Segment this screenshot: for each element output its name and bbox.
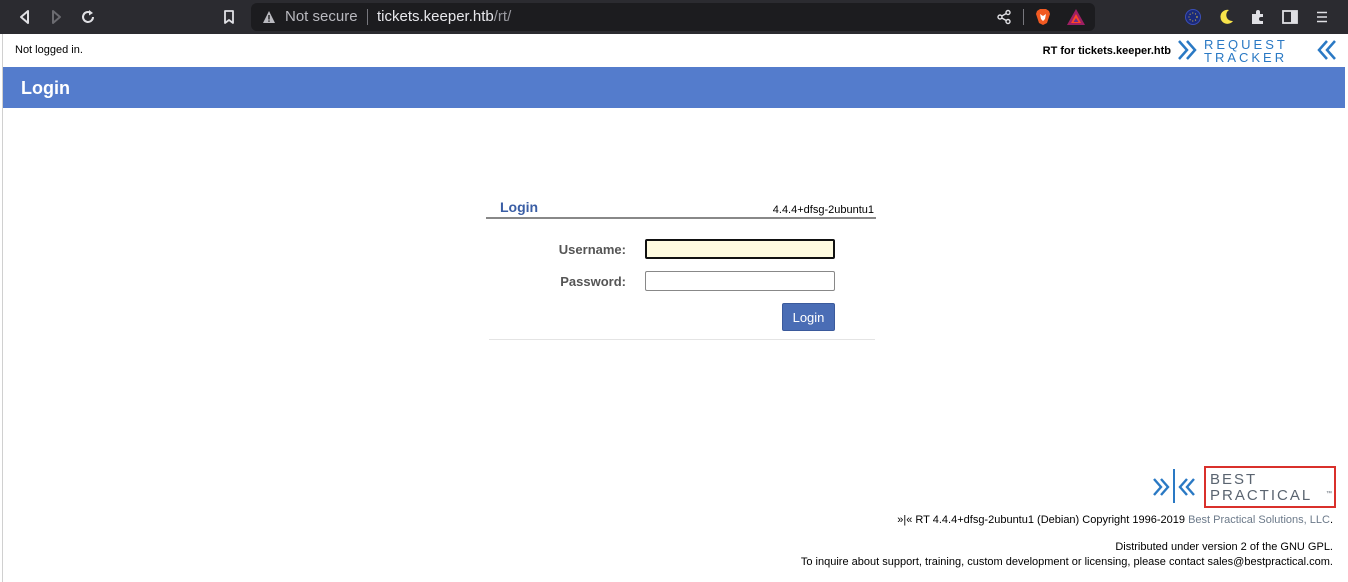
extensions-icon[interactable] [1249,8,1267,26]
login-status: Not logged in. [15,44,83,56]
brave-shield-icon[interactable] [1034,8,1052,26]
reload-icon[interactable] [79,8,97,26]
site-name: RT for tickets.keeper.htb [1042,45,1171,57]
url-separator-2 [1023,9,1024,25]
title-divider [486,217,876,219]
back-icon[interactable] [16,8,34,26]
username-input[interactable] [645,239,835,259]
top-bar: Not logged in. RT for tickets.keeper.htb… [3,34,1345,66]
vpn-globe-icon[interactable] [1184,8,1202,26]
forward-icon[interactable] [47,8,65,26]
header-band: Login [3,67,1345,108]
rt-version: 4.4.4+dfsg-2ubuntu1 [772,204,874,216]
address-bar[interactable]: Not secure tickets.keeper.htb/rt/ [251,3,1095,31]
footer-copyright: »|« RT 4.4.4+dfsg-2ubuntu1 (Debian) Copy… [897,514,1333,526]
page-title: Login [21,78,70,98]
url-path: /rt/ [493,8,512,25]
password-label: Password: [560,274,626,289]
browser-toolbar: Not secure tickets.keeper.htb/rt/ [0,0,1348,34]
form-bottom-divider [489,339,875,340]
page-content: Not logged in. RT for tickets.keeper.htb… [2,34,1345,582]
url-host: tickets.keeper.htb [377,8,494,25]
bp-logo-line-2: PRACTICAL [1210,487,1312,504]
login-form: Login 4.4.4+dfsg-2ubuntu1 Username: Pass… [486,197,876,342]
best-practical-logo[interactable]: BEST PRACTICAL ™ [1151,466,1337,515]
menu-icon[interactable] [1313,8,1331,26]
dark-mode-icon[interactable] [1217,8,1235,26]
footer-gpl: Distributed under version 2 of the GNU G… [1115,541,1333,553]
footer-contact: To inquire about support, training, cust… [800,556,1333,568]
bp-logo-line-1: BEST [1210,471,1257,488]
username-label: Username: [558,242,626,257]
copyright-suffix: . [1329,514,1333,526]
bp-logo-tm: ™ [1326,490,1332,497]
url-text[interactable]: tickets.keeper.htb/rt/ [377,8,511,25]
best-practical-link[interactable]: Best Practical Solutions, LLC [1188,514,1330,526]
copyright-text: »|« RT 4.4.4+dfsg-2ubuntu1 (Debian) Copy… [897,514,1189,526]
login-button[interactable]: Login [782,303,835,331]
request-tracker-logo[interactable]: REQUEST TRACKER [1177,37,1343,70]
logo-line-2: TRACKER [1204,50,1287,65]
login-box-title: Login [500,199,539,215]
sidebar-icon[interactable] [1281,8,1299,26]
bat-rewards-icon[interactable] [1066,8,1086,26]
share-icon[interactable] [996,9,1012,25]
url-separator [367,9,368,25]
security-status[interactable]: Not secure [285,8,358,25]
warning-icon[interactable] [262,10,276,24]
bookmark-icon[interactable] [220,8,238,26]
password-input[interactable] [645,271,835,291]
